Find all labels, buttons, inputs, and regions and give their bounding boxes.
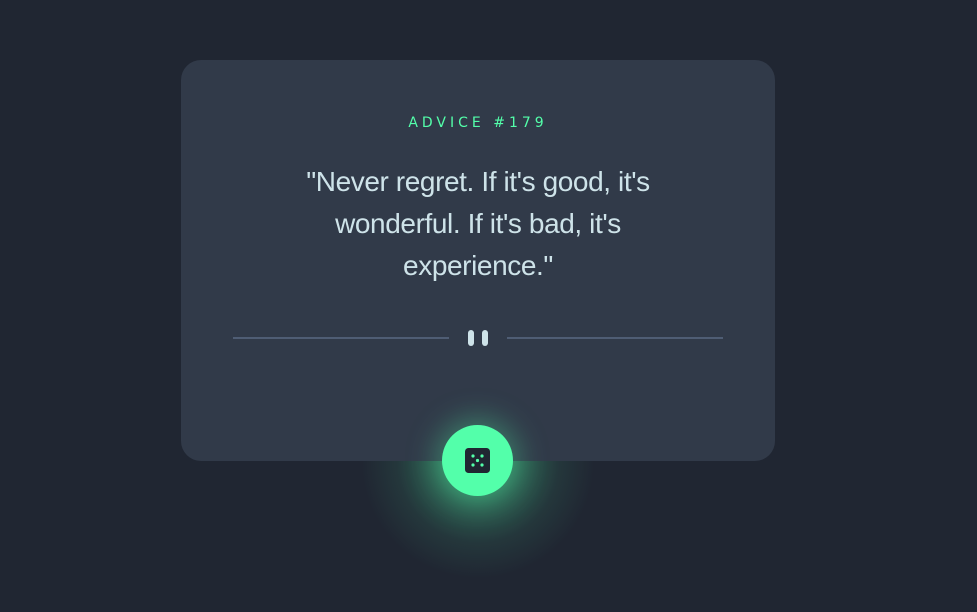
advice-card: ADVICE #179 "Never regret. If it's good,… <box>181 60 775 461</box>
new-advice-button[interactable] <box>442 425 513 496</box>
pause-icon <box>466 330 490 346</box>
divider-line-right <box>507 337 723 339</box>
advice-quote: "Never regret. If it's good, it's wonder… <box>306 166 650 281</box>
divider <box>233 328 723 348</box>
advice-id-label: ADVICE # <box>408 115 509 131</box>
divider-line-left <box>233 337 449 339</box>
dice-icon <box>465 448 490 473</box>
advice-id-number: 179 <box>508 115 548 131</box>
advice-id: ADVICE #179 <box>181 115 775 131</box>
